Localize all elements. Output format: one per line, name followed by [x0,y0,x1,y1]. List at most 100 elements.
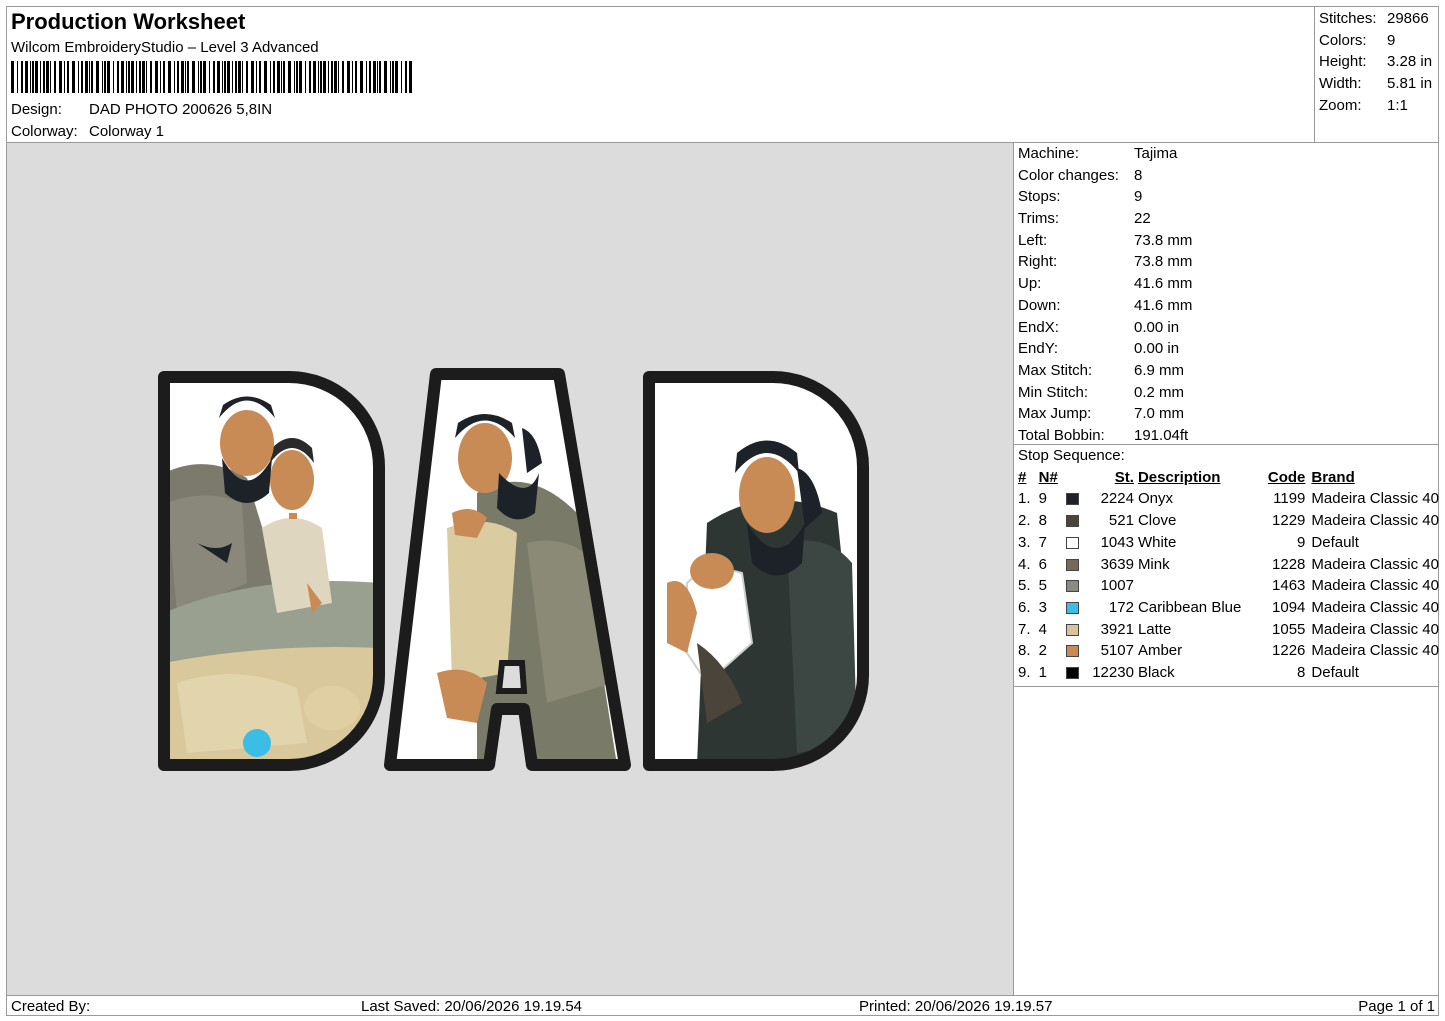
color-swatch [1066,667,1080,680]
colorway-row: Colorway: Colorway 1 [11,123,164,140]
table-row: 5. 5 1007 1463 Madeira Classic 40 [1018,575,1439,597]
colorway-value: Colorway 1 [89,123,165,140]
barcode [11,61,412,93]
design-value: DAD PHOTO 200626 5,8IN [89,101,273,118]
info-label: Max Stitch: [1018,361,1093,379]
row-swatch [1060,510,1082,532]
letter-d-photo [164,377,379,765]
row-stitches: 172 [1108,598,1134,616]
colorway-label: Colorway: [11,123,78,140]
last-saved: Last Saved: 20/06/2026 19.19.54 [361,998,583,1015]
row-brand: Madeira Classic 40 [1311,642,1439,660]
design-label: Design: [11,101,62,118]
color-swatch [1066,493,1080,506]
info-value: 0.00 in [1134,340,1180,358]
row-description: Clove [1137,512,1177,530]
row-index: 1. [1018,490,1031,508]
stop-sequence-header: # N# St. Description Code Brand [1018,467,1439,489]
stat-height: Height: 3.28 in [1319,53,1433,71]
row-stitches: 1007 [1100,577,1134,595]
info-row: Trims: 22 [1014,208,1439,230]
table-row: 3. 7 1043 White 9 Default [1018,532,1439,554]
info-row: Total Bobbin: 191.04ft [1014,425,1439,447]
info-value: 0.2 mm [1134,383,1185,401]
stat-zoom: Zoom: 1:1 [1319,96,1408,114]
row-stitches: 3921 [1100,620,1134,638]
info-value: 6.9 mm [1134,361,1185,379]
row-needle: 3 [1038,598,1047,616]
row-description: Black [1137,664,1175,682]
row-index: 8. [1018,642,1031,660]
table-row: 2. 8 521 Clove 1229 Madeira Classic 40 [1018,510,1439,532]
table-row: 8. 2 5107 Amber 1226 Madeira Classic 40 [1018,640,1439,662]
info-value: 22 [1134,210,1151,228]
row-description: Mink [1137,555,1170,573]
info-label: Stops: [1018,188,1061,206]
info-label: Trims: [1018,210,1060,228]
info-row: Min Stitch: 0.2 mm [1014,382,1439,404]
info-row: Max Stitch: 6.9 mm [1014,360,1439,382]
color-swatch [1066,515,1080,528]
row-index: 6. [1018,598,1031,616]
color-swatch [1066,623,1080,636]
col-swatch [1060,467,1082,489]
row-brand: Default [1311,664,1359,682]
info-label: Left: [1018,231,1048,249]
row-brand: Madeira Classic 40 [1311,512,1439,530]
row-description: White [1137,533,1177,551]
info-value: 73.8 mm [1134,253,1193,271]
info-label: Down: [1018,296,1061,314]
info-row: EndY: 0.00 in [1014,338,1439,360]
col-needle: N# [1038,468,1058,486]
row-index: 9. [1018,664,1031,682]
row-description: Latte [1137,620,1172,638]
color-swatch [1066,580,1080,593]
info-label: EndX: [1018,318,1059,336]
info-value: 9 [1134,188,1143,206]
info-label: Right: [1018,253,1058,271]
row-index: 7. [1018,620,1031,638]
dad-embroidery-image [158,368,869,771]
row-code: 1199 [1273,490,1306,508]
row-needle: 9 [1038,490,1047,508]
row-needle: 1 [1038,664,1047,682]
design-stats: Stitches: 29866 Colors: 9 Height: 3.28 in W… [1314,7,1439,143]
row-stitches: 5107 [1100,642,1134,660]
info-value: 41.6 mm [1134,296,1193,314]
row-swatch [1060,662,1082,684]
design-preview [7,143,1014,995]
info-label: Color changes: [1018,166,1119,184]
info-label: Machine: [1018,145,1079,162]
col-brand: Brand [1311,468,1355,486]
color-swatch [1066,558,1080,571]
row-needle: 4 [1038,620,1047,638]
letter-d2-photo [649,377,863,765]
design-row: Design: DAD PHOTO 200626 5,8IN [11,101,272,118]
info-row: Color changes: 8 [1014,165,1439,187]
info-row: Up: 41.6 mm [1014,273,1439,295]
stop-sequence-title: Stop Sequence: [1018,447,1125,464]
info-value: 8 [1134,166,1143,184]
worksheet-header: Production Worksheet Wilcom EmbroiderySt… [7,7,1314,143]
table-row: 1. 9 2224 Onyx 1199 Madeira Classic 40 [1018,488,1439,510]
row-code: 9 [1297,533,1306,551]
info-value: 73.8 mm [1134,231,1193,249]
row-brand: Default [1311,533,1359,551]
table-row: 7. 4 3921 Latte 1055 Madeira Classic 40 [1018,619,1439,641]
table-row: 6. 3 172 Caribbean Blue 1094 Madeira Classic … [1018,597,1439,619]
row-swatch [1060,575,1082,597]
page-title: Production Worksheet [11,9,246,34]
printed-date: Printed: 20/06/2026 19.19.57 [859,998,1053,1015]
row-code: 1055 [1272,620,1306,638]
row-swatch [1060,640,1082,662]
stop-sequence: Stop Sequence: # N# St. Description Code… [1014,445,1439,687]
row-index: 4. [1018,555,1031,573]
production-worksheet: Production Worksheet Wilcom EmbroiderySt… [6,6,1439,1016]
col-index: # [1018,468,1027,486]
row-description: Onyx [1137,490,1173,508]
col-description: Description [1137,468,1221,486]
page-number: Page 1 of 1 [1358,998,1435,1015]
worksheet-footer: Created By: Last Saved: 20/06/2026 19.19… [7,995,1439,1016]
info-label: Up: [1018,275,1042,293]
info-value: 0.00 in [1134,318,1180,336]
